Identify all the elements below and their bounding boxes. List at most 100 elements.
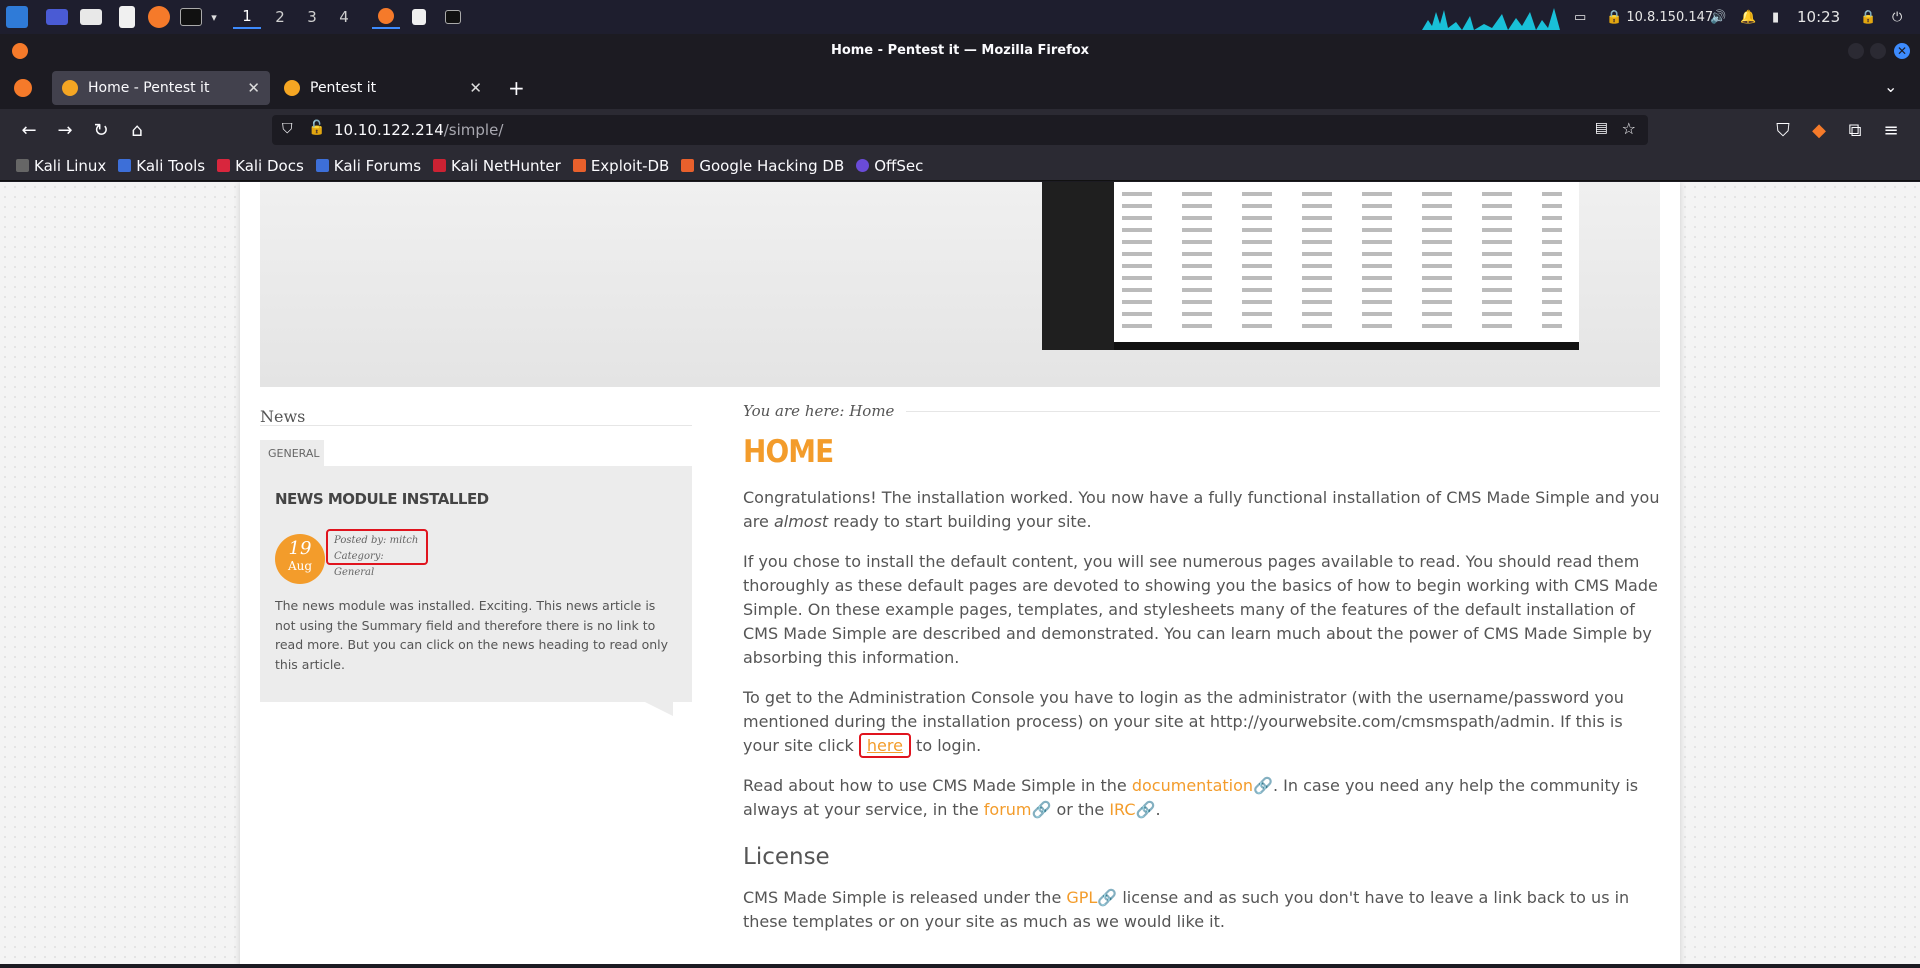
paragraph-docs: Read about how to use CMS Made Simple in…: [743, 774, 1660, 822]
forward-arrow-icon[interactable]: →: [52, 117, 78, 143]
bookmarks-toolbar: Kali Linux Kali Tools Kali Docs Kali For…: [0, 151, 1920, 181]
network-icon[interactable]: ▭: [1574, 0, 1586, 34]
battery-icon[interactable]: ▮: [1772, 0, 1779, 34]
article-meta: Posted by: mitch Category: General: [326, 529, 428, 578]
chevron-down-icon[interactable]: ▾: [206, 5, 222, 29]
system-taskbar: ▾ 1 2 3 4 ▭ 🔒 10.8.150.147 🔊 🔔 ▮ 10:23 🔒…: [0, 0, 1920, 34]
bookmark-kali-docs[interactable]: Kali Docs: [217, 157, 304, 175]
kali-dragon-icon: [16, 159, 29, 172]
bookmark-exploit-db[interactable]: Exploit-DB: [572, 156, 670, 175]
new-tab-icon[interactable]: +: [508, 76, 525, 100]
nethunter-icon: [433, 159, 447, 172]
home-icon[interactable]: ⌂: [124, 117, 150, 143]
kali-docs-icon: [217, 159, 231, 172]
text: ready to start building your site.: [828, 512, 1092, 531]
bookmark-kali-linux[interactable]: Kali Linux: [16, 157, 106, 175]
page-container: News GENERAL NEWS MODULE INSTALLED 19 Au…: [240, 182, 1680, 964]
date-day: 19: [288, 538, 312, 559]
taskbar-firefox-window[interactable]: [372, 5, 400, 29]
bookmark-google-hacking-db[interactable]: Google Hacking DB: [681, 157, 844, 175]
workspace-4[interactable]: 4: [330, 5, 358, 29]
reload-icon[interactable]: ↻: [88, 117, 114, 143]
maximize-button[interactable]: [1870, 43, 1886, 59]
taskbar-editor-window[interactable]: [408, 5, 430, 29]
divider: [260, 425, 692, 426]
external-link-icon: 🔗: [1097, 888, 1118, 907]
bookmark-kali-forums[interactable]: Kali Forums: [315, 157, 421, 175]
tab-label: Home - Pentest it: [88, 80, 210, 96]
firefox-view-icon[interactable]: [14, 79, 32, 97]
irc-link[interactable]: IRC: [1109, 800, 1135, 819]
ghdb-icon: [681, 159, 695, 172]
menu-hamburger-icon[interactable]: ≡: [1878, 117, 1904, 143]
shield-icon[interactable]: ⛉: [282, 121, 293, 137]
news-article-title[interactable]: NEWS MODULE INSTALLED: [275, 490, 489, 508]
extension-icon[interactable]: ◆: [1806, 117, 1832, 143]
power-icon[interactable]: ⏻: [1892, 0, 1902, 34]
breadcrumb: You are here: Home: [743, 402, 1660, 420]
close-window-button[interactable]: ✕: [1894, 43, 1910, 59]
web-page[interactable]: News GENERAL NEWS MODULE INSTALLED 19 Au…: [0, 182, 1920, 964]
lock-screen-icon[interactable]: 🔒: [1860, 0, 1876, 34]
url-path: /simple/: [443, 121, 504, 139]
list-tabs-icon[interactable]: ⌄: [1884, 77, 1897, 96]
admin-login-link[interactable]: here: [858, 733, 911, 758]
window-title: Home - Pentest it — Mozilla Firefox: [830, 43, 1090, 58]
emphasis: almost: [773, 512, 829, 531]
bookmark-label: Kali Linux: [34, 156, 107, 175]
url-bar[interactable]: ⛉ 🔓 10.10.122.214/simple/ ▤ ☆: [272, 115, 1648, 145]
bookmark-kali-tools[interactable]: Kali Tools: [118, 157, 205, 175]
firefox-icon[interactable]: [148, 5, 170, 29]
bookmark-label: Kali NetHunter: [451, 156, 561, 175]
volume-icon[interactable]: 🔊: [1710, 0, 1726, 34]
kali-tools-icon: [118, 159, 132, 172]
bookmark-offsec[interactable]: OffSec: [856, 157, 923, 175]
cpu-graph: [1422, 8, 1560, 30]
text: CMS Made Simple is released under the: [743, 888, 1067, 907]
gpl-link[interactable]: GPL: [1066, 888, 1097, 907]
workspace-3[interactable]: 3: [298, 5, 326, 29]
tab-home[interactable]: Home - Pentest it ✕: [52, 71, 270, 105]
breadcrumb-text: You are here: Home: [743, 402, 895, 420]
vpn-ip: 10.8.150.147: [1626, 9, 1714, 25]
notifications-icon[interactable]: 🔔: [1740, 0, 1756, 34]
bookmark-label: Google Hacking DB: [699, 156, 845, 175]
insecure-lock-icon[interactable]: 🔓: [308, 120, 325, 136]
bookmark-label: Kali Docs: [235, 156, 304, 175]
workspace-2[interactable]: 2: [266, 5, 294, 29]
minimize-button[interactable]: [1848, 43, 1864, 59]
news-section-title: News: [260, 407, 306, 426]
workspace-1[interactable]: 1: [233, 5, 261, 29]
bookmark-kali-nethunter[interactable]: Kali NetHunter: [433, 157, 561, 175]
window-titlebar: Home - Pentest it — Mozilla Firefox ✕: [0, 34, 1920, 67]
back-arrow-icon[interactable]: ←: [16, 117, 42, 143]
extensions-puzzle-icon[interactable]: ⧉: [1842, 117, 1868, 143]
paragraph-license: CMS Made Simple is released under the GP…: [743, 886, 1660, 934]
tab-strip: Home - Pentest it ✕ Pentest it ✕ + ⌄: [0, 67, 1920, 109]
bookmark-label: OffSec: [874, 156, 924, 175]
news-article-text: The news module was installed. Exciting.…: [275, 598, 669, 672]
documentation-link[interactable]: documentation: [1132, 776, 1253, 795]
taskbar-terminal-window[interactable]: [442, 5, 464, 29]
show-desktop-icon[interactable]: [46, 5, 68, 29]
tab-label: Pentest it: [310, 80, 377, 96]
reader-view-icon[interactable]: ▤: [1595, 120, 1608, 136]
text-editor-icon[interactable]: [116, 5, 138, 29]
file-manager-icon[interactable]: [80, 5, 102, 29]
bookmark-star-icon[interactable]: ☆: [1622, 119, 1636, 138]
bookmark-label: Exploit-DB: [590, 156, 670, 175]
paragraph-intro: Congratulations! The installation worked…: [743, 486, 1660, 534]
close-tab-icon[interactable]: ✕: [247, 79, 260, 97]
forum-link[interactable]: forum: [984, 800, 1032, 819]
clock[interactable]: 10:23: [1797, 0, 1840, 34]
close-tab-icon[interactable]: ✕: [469, 79, 482, 97]
date-badge: 19 Aug: [275, 534, 325, 584]
news-article-card: NEWS MODULE INSTALLED 19 Aug Posted by: …: [260, 466, 692, 702]
terminal-icon[interactable]: [180, 5, 202, 29]
url-text: 10.10.122.214/simple/: [334, 121, 503, 139]
pocket-icon[interactable]: ⛉: [1770, 117, 1796, 143]
navigation-toolbar: ← → ↻ ⌂ ⛉ 🔓 10.10.122.214/simple/ ▤ ☆ ⛉ …: [0, 109, 1920, 151]
kali-menu-icon[interactable]: [4, 5, 30, 29]
tab-pentest[interactable]: Pentest it ✕: [274, 71, 492, 105]
category-tab[interactable]: GENERAL: [260, 440, 324, 466]
